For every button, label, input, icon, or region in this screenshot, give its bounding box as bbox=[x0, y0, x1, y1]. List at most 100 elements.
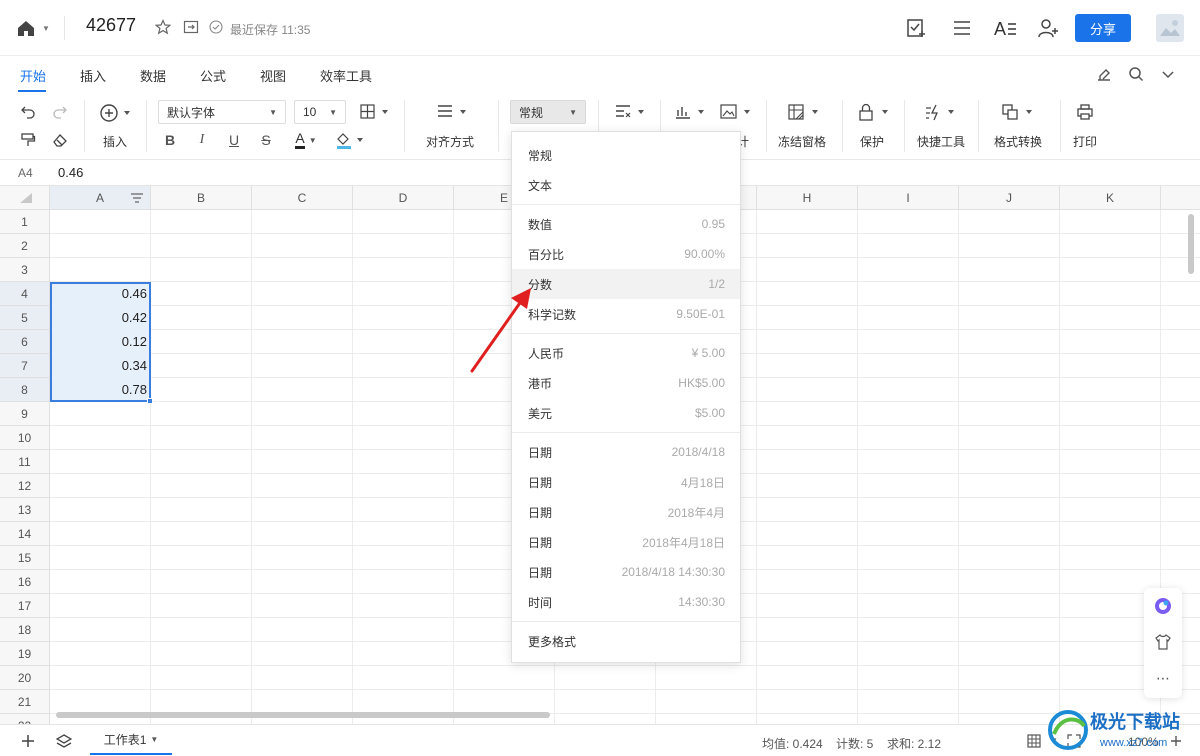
sheet-tab[interactable]: 工作表1 ▼ bbox=[90, 725, 172, 755]
row-header-14[interactable]: 14 bbox=[0, 522, 50, 546]
row-header-20[interactable]: 20 bbox=[0, 666, 50, 690]
chevron-down-icon[interactable]: ▼ bbox=[150, 735, 158, 744]
format-option[interactable]: 日期 4月18日 bbox=[512, 467, 740, 497]
row-header-13[interactable]: 13 bbox=[0, 498, 50, 522]
freeze-label[interactable]: 冻结窗格 bbox=[778, 133, 826, 150]
chart-icon[interactable] bbox=[672, 102, 708, 122]
format-option[interactable]: 日期 2018年4月18日 bbox=[512, 527, 740, 557]
tab-start[interactable]: 开始 bbox=[20, 66, 46, 85]
format-option[interactable]: 港币 HK$5.00 bbox=[512, 368, 740, 398]
format-option[interactable]: 人民币 ¥ 5.00 bbox=[512, 338, 740, 368]
row-header-21[interactable]: 21 bbox=[0, 690, 50, 714]
home-caret-icon[interactable]: ▼ bbox=[42, 24, 50, 33]
freeze-panes-icon[interactable] bbox=[786, 102, 822, 122]
tab-view[interactable]: 视图 bbox=[260, 66, 286, 85]
undo-icon[interactable] bbox=[18, 102, 38, 122]
format-option[interactable]: 日期 2018年4月 bbox=[512, 497, 740, 527]
format-painter-icon[interactable] bbox=[18, 130, 38, 150]
row-header-18[interactable]: 18 bbox=[0, 618, 50, 642]
filter-icon[interactable] bbox=[130, 192, 144, 204]
strikethrough-button[interactable]: S bbox=[256, 130, 276, 150]
row-header-4[interactable]: 4 bbox=[0, 282, 50, 306]
row-header-22[interactable]: 22 bbox=[0, 714, 50, 724]
text-format-icon[interactable]: A bbox=[992, 16, 1018, 40]
underline-button[interactable]: U bbox=[224, 130, 244, 150]
horizontal-scrollbar[interactable] bbox=[56, 712, 550, 718]
print-label[interactable]: 打印 bbox=[1073, 133, 1097, 150]
collapse-ribbon-icon[interactable] bbox=[1158, 64, 1178, 84]
eraser-icon[interactable] bbox=[50, 130, 70, 150]
row-header-7[interactable]: 7 bbox=[0, 354, 50, 378]
vertical-scrollbar[interactable] bbox=[1188, 214, 1194, 274]
tab-efficiency-tools[interactable]: 效率工具 bbox=[320, 66, 372, 85]
formula-input[interactable]: 0.46 bbox=[58, 165, 83, 180]
sheets-list-icon[interactable] bbox=[54, 731, 74, 751]
avatar[interactable] bbox=[1156, 14, 1184, 42]
print-icon[interactable] bbox=[1074, 102, 1096, 122]
format-option[interactable]: 日期 2018/4/18 14:30:30 bbox=[512, 557, 740, 587]
add-collaborator-icon[interactable] bbox=[1036, 16, 1060, 40]
row-header-2[interactable]: 2 bbox=[0, 234, 50, 258]
format-option[interactable]: 数值 0.95 bbox=[512, 209, 740, 239]
lock-icon[interactable] bbox=[856, 102, 892, 122]
more-icon[interactable]: ⋯ bbox=[1153, 668, 1173, 688]
align-label[interactable]: 对齐方式 bbox=[426, 133, 474, 150]
format-option[interactable]: 文本 bbox=[512, 170, 740, 200]
insert-label[interactable]: 插入 bbox=[103, 133, 127, 150]
row-header-5[interactable]: 5 bbox=[0, 306, 50, 330]
fill-handle[interactable] bbox=[147, 398, 153, 404]
redo-icon[interactable] bbox=[50, 102, 70, 122]
condition-format-icon[interactable] bbox=[612, 102, 648, 122]
align-icon[interactable] bbox=[434, 102, 470, 122]
star-icon[interactable] bbox=[154, 18, 172, 36]
column-header-i[interactable]: I bbox=[858, 186, 959, 210]
row-header-8[interactable]: 8 bbox=[0, 378, 50, 402]
image-icon[interactable] bbox=[718, 102, 754, 122]
format-option[interactable]: 科学记数 9.50E-01 bbox=[512, 299, 740, 329]
share-button[interactable]: 分享 bbox=[1075, 14, 1131, 42]
row-header-12[interactable]: 12 bbox=[0, 474, 50, 498]
row-header-19[interactable]: 19 bbox=[0, 642, 50, 666]
format-option[interactable]: 百分比 90.00% bbox=[512, 239, 740, 269]
row-header-15[interactable]: 15 bbox=[0, 546, 50, 570]
format-option[interactable]: 时间 14:30:30 bbox=[512, 587, 740, 617]
quick-tools-icon[interactable] bbox=[922, 102, 958, 122]
cell-reference[interactable]: A4 bbox=[18, 166, 33, 180]
row-header-17[interactable]: 17 bbox=[0, 594, 50, 618]
row-header-16[interactable]: 16 bbox=[0, 570, 50, 594]
task-add-icon[interactable] bbox=[904, 16, 928, 40]
column-header-k[interactable]: K bbox=[1060, 186, 1161, 210]
format-option[interactable]: 更多格式 bbox=[512, 626, 740, 656]
search-icon[interactable] bbox=[1126, 64, 1146, 84]
quick-tools-label[interactable]: 快捷工具 bbox=[917, 133, 965, 150]
format-option[interactable]: 日期 2018/4/18 bbox=[512, 437, 740, 467]
tab-formula[interactable]: 公式 bbox=[200, 66, 226, 85]
font-size-select[interactable]: 10 ▼ bbox=[294, 100, 346, 124]
row-header-9[interactable]: 9 bbox=[0, 402, 50, 426]
brush-settings-icon[interactable] bbox=[1094, 64, 1114, 84]
row-header-3[interactable]: 3 bbox=[0, 258, 50, 282]
format-convert-label[interactable]: 格式转换 bbox=[994, 133, 1042, 150]
format-option[interactable]: 美元 $5.00 bbox=[512, 398, 740, 428]
column-header-h[interactable]: H bbox=[757, 186, 858, 210]
document-title[interactable]: 42677 bbox=[86, 15, 136, 36]
column-header-a[interactable]: A bbox=[50, 186, 151, 210]
insert-plus-icon[interactable] bbox=[98, 102, 134, 124]
italic-button[interactable]: I bbox=[192, 130, 212, 150]
column-header-c[interactable]: C bbox=[252, 186, 353, 210]
ai-assistant-icon[interactable] bbox=[1153, 596, 1173, 616]
move-to-folder-icon[interactable] bbox=[182, 18, 200, 36]
home-icon[interactable] bbox=[16, 18, 36, 38]
column-header-j[interactable]: J bbox=[959, 186, 1060, 210]
number-format-select[interactable]: 常规 ▼ bbox=[510, 100, 586, 124]
column-header-d[interactable]: D bbox=[353, 186, 454, 210]
row-header-6[interactable]: 6 bbox=[0, 330, 50, 354]
row-header-10[interactable]: 10 bbox=[0, 426, 50, 450]
font-color-button[interactable]: A ▼ bbox=[288, 128, 324, 152]
tab-data[interactable]: 数据 bbox=[140, 66, 166, 85]
format-option[interactable]: 分数 1/2 bbox=[512, 269, 740, 299]
format-option[interactable]: 常规 bbox=[512, 140, 740, 170]
shirt-icon[interactable] bbox=[1153, 632, 1173, 652]
format-convert-icon[interactable] bbox=[1000, 102, 1036, 122]
borders-icon[interactable] bbox=[358, 102, 392, 122]
